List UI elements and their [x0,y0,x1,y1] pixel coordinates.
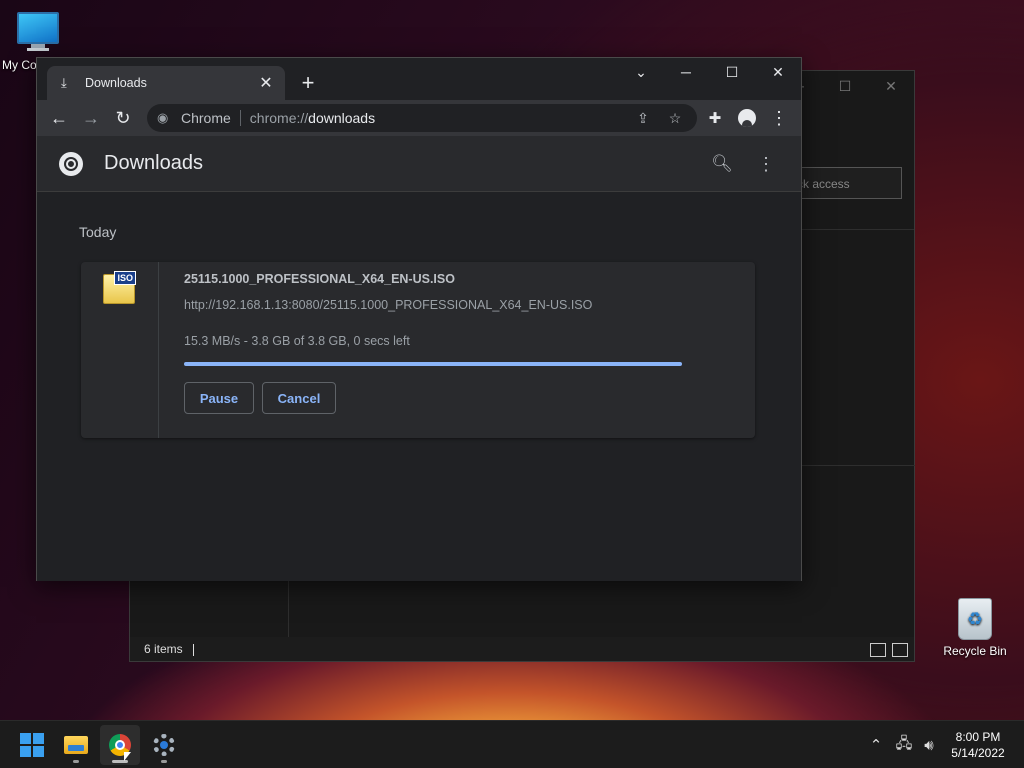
more-menu-icon[interactable]: ⋮ [765,104,793,132]
download-source-url[interactable]: http://192.168.1.13:8080/25115.1000_PROF… [184,298,592,312]
omnibox-url: chrome://downloads [249,110,376,126]
start-button[interactable] [12,725,52,765]
volume-icon[interactable]: 🔊︎ [918,721,940,768]
tab-downloads[interactable]: ⤓ Downloads ✕ [47,66,285,100]
iso-file-icon: ISO [103,271,136,304]
view-toggle [870,643,908,657]
monitor-icon [17,12,59,44]
details-view-icon[interactable] [870,643,886,657]
divider [288,576,289,640]
close-icon[interactable]: ✕ [868,71,914,101]
download-icon: ⤓ [61,75,67,90]
search-icon[interactable]: 🔍︎ [709,151,735,177]
address-bar[interactable]: ◉ Chrome chrome://downloads ⇪ ☆ [147,104,697,132]
browser-toolbar: ← → ↻ ◉ Chrome chrome://downloads ⇪ ☆ ✚ … [37,100,801,136]
clock-date: 5/14/2022 [951,746,1005,760]
tab-title: Downloads [85,76,147,90]
date-group-label: Today [79,224,117,240]
folder-icon [64,736,88,754]
download-file-name[interactable]: 25115.1000_PROFESSIONAL_X64_EN-US.ISO [184,272,455,286]
mouse-pointer-icon [124,752,131,761]
more-menu-icon[interactable]: ⋮ [753,151,779,177]
desktop-icon-recycle-bin[interactable]: ♻ Recycle Bin [940,596,1010,658]
back-arrow-icon[interactable]: ← [45,104,73,132]
bookmark-star-icon[interactable]: ☆ [661,104,689,132]
download-progress-bar [184,362,682,366]
omnibox-scheme: Chrome [181,110,231,126]
minimize-icon[interactable]: ─ [663,58,709,86]
share-icon[interactable]: ⇪ [629,104,657,132]
recycle-bin-icon: ♻ [958,598,992,640]
desktop-icon-label: My Co [2,58,37,72]
page-title: Downloads [104,152,203,174]
tab-search-icon[interactable]: ⌄ [618,58,664,86]
maximize-icon[interactable]: ☐ [709,58,755,86]
chrome-page-icon: ◉ [157,110,169,125]
taskbar-chrome[interactable] [100,725,140,765]
reload-icon[interactable]: ↻ [109,104,137,132]
chrome-window[interactable]: ⤓ Downloads ✕ + ⌄ ─ ☐ ✕ ← → ↻ ◉ Chrome c… [36,57,802,581]
clock-time: 8:00 PM [955,730,1001,744]
close-tab-icon[interactable]: ✕ [257,73,275,93]
desktop-icon-my-computer[interactable]: My Co [0,8,76,72]
tab-strip: ⤓ Downloads ✕ + ⌄ ─ ☐ ✕ [37,58,801,100]
downloads-header: Downloads 🔍︎ ⋮ [37,136,801,192]
network-icon[interactable]: 🖧︎ [892,721,916,768]
downloads-list: Today ISO 25115.1000_PROFESSIONAL_X64_EN… [37,192,801,581]
new-tab-button[interactable]: + [295,70,321,96]
taskbar: ⌃ 🖧︎ 🔊︎ 8:00 PM 5/14/2022 [0,720,1024,768]
extensions-icon[interactable]: ✚ [701,104,729,132]
taskbar-settings[interactable] [144,725,184,765]
desktop-icon-label: Recycle Bin [943,644,1007,658]
windows-logo-icon [20,733,44,757]
forward-arrow-icon[interactable]: → [77,104,105,132]
tiles-view-icon[interactable] [892,643,908,657]
pause-button[interactable]: Pause [184,382,254,414]
explorer-search-input[interactable]: ck access [790,167,902,199]
gear-icon [153,734,175,756]
download-status: 15.3 MB/s - 3.8 GB of 3.8 GB, 0 secs lef… [184,334,410,348]
explorer-status-bar: 6 items [130,637,914,661]
item-count: 6 items [144,642,183,656]
chevron-up-icon[interactable]: ⌃ [864,721,888,768]
system-clock[interactable]: 8:00 PM 5/14/2022 [938,729,1018,761]
download-item: ISO 25115.1000_PROFESSIONAL_X64_EN-US.IS… [81,262,755,438]
cancel-button[interactable]: Cancel [262,382,336,414]
chrome-logo-icon [59,152,83,176]
profile-avatar-icon[interactable] [733,104,761,132]
maximize-icon[interactable]: ☐ [822,71,868,101]
taskbar-file-explorer[interactable] [56,725,96,765]
progress-fill [184,362,682,366]
close-window-icon[interactable]: ✕ [755,58,801,86]
